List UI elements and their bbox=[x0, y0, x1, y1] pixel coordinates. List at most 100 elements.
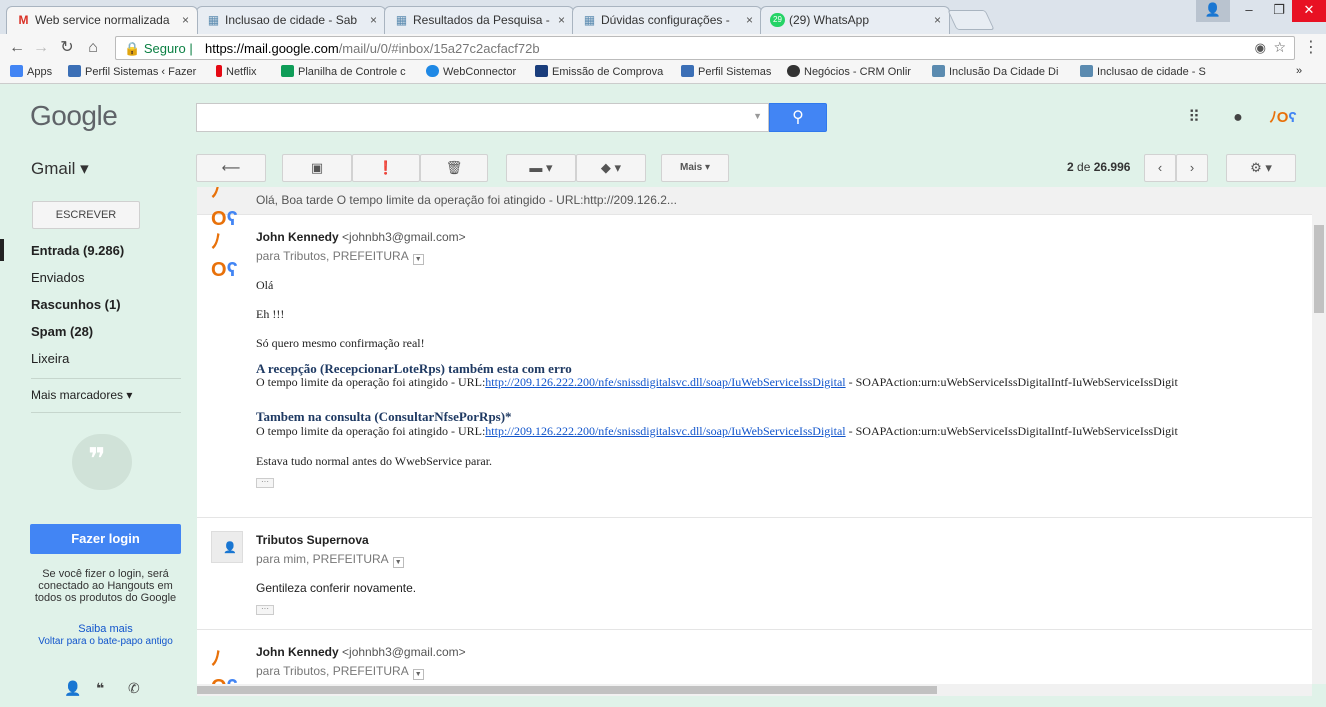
gear-icon: ⚙ ▾ bbox=[1250, 160, 1272, 175]
bookmarks-bar: Apps Perfil Sistemas ‹ Fazer Netflix Pla… bbox=[0, 62, 1326, 84]
tab-title: (29) WhatsApp bbox=[789, 13, 870, 27]
address-bar[interactable]: 🔒 Seguro | https://mail.google.com/mail/… bbox=[115, 36, 1295, 60]
close-icon[interactable]: × bbox=[934, 7, 941, 33]
google-logo[interactable]: Google bbox=[30, 100, 118, 132]
notifications-icon[interactable]: ● bbox=[1228, 108, 1248, 128]
message-expanded: 👤 Tributos Supernova para mim, PREFEITUR… bbox=[197, 519, 1312, 630]
bookmark[interactable]: Perfil Sistemas bbox=[681, 65, 771, 78]
profile-icon[interactable]: 👤 bbox=[1196, 0, 1230, 22]
sender-email: <johnbh3@gmail.com> bbox=[342, 230, 466, 244]
tab-title: Inclusao de cidade - Sab bbox=[225, 13, 358, 27]
gmail-icon: M bbox=[18, 13, 29, 27]
scrollbar-thumb[interactable] bbox=[197, 686, 937, 694]
bookmark[interactable]: Planilha de Controle c bbox=[281, 65, 414, 78]
settings-button[interactable]: ⚙ ▾ bbox=[1226, 154, 1296, 182]
bookmark[interactable]: Inclusao de cidade - S bbox=[1080, 65, 1215, 78]
bookmark[interactable]: Inclusão Da Cidade Di bbox=[932, 65, 1072, 78]
sender-name[interactable]: John Kennedy <johnbh3@gmail.com> bbox=[256, 645, 466, 659]
bookmark[interactable]: Negócios - CRM Onlir bbox=[787, 65, 922, 78]
search-input[interactable]: ▼ bbox=[196, 103, 769, 132]
vertical-scrollbar[interactable] bbox=[1312, 187, 1326, 684]
tab-title: Resultados da Pesquisa - bbox=[413, 13, 550, 27]
alert-icon: ❗ bbox=[377, 160, 395, 175]
details-dropdown-icon[interactable]: ▼ bbox=[412, 669, 424, 680]
back-to-inbox-button[interactable]: ⟵ bbox=[196, 154, 266, 182]
secure-indicator[interactable]: 🔒 Seguro | bbox=[124, 41, 193, 57]
search-options-icon[interactable]: ▼ bbox=[753, 111, 762, 121]
message-expanded: ﾉOʕ John Kennedy <johnbh3@gmail.com> par… bbox=[197, 631, 1312, 684]
old-chat-link[interactable]: Voltar para o bate-papo antigo bbox=[30, 636, 181, 647]
gmail-menu-button[interactable]: Gmail ▾ bbox=[31, 159, 89, 179]
show-trimmed-content-button[interactable]: ··· bbox=[256, 478, 274, 488]
archive-button[interactable]: ▣ bbox=[282, 154, 352, 182]
bookmark-apps[interactable]: Apps bbox=[10, 65, 52, 78]
bookmark[interactable]: Netflix bbox=[216, 65, 257, 78]
bookmark[interactable]: WebConnector bbox=[426, 65, 516, 78]
doodle-logo-icon[interactable]: ﾉOʕ bbox=[1266, 108, 1300, 128]
trash-icon: 🗑 bbox=[445, 160, 463, 175]
move-to-button[interactable]: ▬ ▾ bbox=[506, 154, 576, 182]
learn-more-link[interactable]: Saiba mais bbox=[30, 623, 181, 635]
delete-button[interactable]: 🗑 bbox=[420, 154, 488, 182]
close-icon[interactable]: × bbox=[746, 7, 753, 33]
apps-grid-icon[interactable]: ⠿ bbox=[1184, 108, 1204, 128]
maximize-icon[interactable]: ❐ bbox=[1262, 0, 1296, 22]
home-icon[interactable]: ⌂ bbox=[82, 37, 104, 59]
apps-icon bbox=[10, 65, 23, 77]
star-icon[interactable]: ☆ bbox=[1273, 39, 1286, 56]
hangouts-chat-icon[interactable]: ❝ bbox=[96, 680, 104, 697]
minimize-icon[interactable]: – bbox=[1232, 0, 1266, 22]
compose-button[interactable]: ESCREVER bbox=[32, 201, 140, 229]
tab-inclusao[interactable]: ▦ Inclusao de cidade - Sab × bbox=[196, 6, 386, 34]
forward-icon[interactable]: → bbox=[30, 37, 52, 59]
scrollbar-thumb[interactable] bbox=[1314, 225, 1324, 313]
tab-gmail[interactable]: M Web service normalizada × bbox=[6, 6, 198, 34]
details-dropdown-icon[interactable]: ▼ bbox=[412, 254, 424, 265]
sender-avatar: ﾉOʕ bbox=[211, 187, 238, 230]
details-dropdown-icon[interactable]: ▼ bbox=[392, 557, 404, 568]
url-link[interactable]: http://209.126.222.200/nfe/snissdigitals… bbox=[485, 424, 845, 438]
divider bbox=[31, 412, 181, 413]
sender-name[interactable]: Tributos Supernova bbox=[256, 533, 369, 547]
sidebar-item-trash[interactable]: Lixeira bbox=[31, 351, 69, 366]
sidebar-item-drafts[interactable]: Rascunhos (1) bbox=[31, 297, 121, 312]
chevron-left-icon: ‹ bbox=[1157, 160, 1163, 175]
body-line: Só quero mesmo confirmação real! bbox=[256, 336, 425, 350]
reload-icon[interactable]: ↻ bbox=[56, 37, 78, 59]
close-icon[interactable]: × bbox=[182, 7, 189, 33]
sender-name[interactable]: John Kennedy <johnbh3@gmail.com> bbox=[256, 230, 466, 244]
menu-icon[interactable]: ⋮ bbox=[1300, 37, 1322, 59]
url-link[interactable]: http://209.126.222.200/nfe/snissdigitals… bbox=[485, 375, 845, 389]
newer-button[interactable]: ‹ bbox=[1144, 154, 1176, 182]
bookmarks-overflow[interactable]: » bbox=[1296, 65, 1302, 77]
back-icon[interactable]: ← bbox=[6, 37, 28, 59]
back-arrow-icon: ⟵ bbox=[221, 160, 241, 175]
search-button[interactable]: ⚲ bbox=[769, 103, 827, 132]
tab-resultados[interactable]: ▦ Resultados da Pesquisa - × bbox=[384, 6, 574, 34]
labels-button[interactable]: ◆ ▾ bbox=[576, 154, 646, 182]
sidebar-item-inbox[interactable]: Entrada (9.286) bbox=[31, 243, 124, 258]
more-labels-link[interactable]: Mais marcadores ▾ bbox=[31, 388, 132, 402]
bookmark[interactable]: Emissão de Comprova bbox=[535, 65, 670, 78]
phone-icon[interactable]: ✆ bbox=[128, 680, 140, 697]
tab-whatsapp[interactable]: 29 (29) WhatsApp × bbox=[760, 6, 950, 34]
collapsed-message[interactable]: ﾉOʕ Olá, Boa tarde O tempo limite da ope… bbox=[197, 187, 1312, 230]
body-line: Gentileza conferir novamente. bbox=[256, 581, 417, 595]
eye-icon[interactable]: ◉ bbox=[1255, 40, 1266, 56]
show-trimmed-content-button[interactable]: ··· bbox=[256, 605, 274, 615]
close-icon[interactable]: × bbox=[370, 7, 377, 33]
login-button[interactable]: Fazer login bbox=[30, 524, 181, 554]
contacts-icon[interactable]: 👤 bbox=[64, 680, 81, 697]
sidebar-item-spam[interactable]: Spam (28) bbox=[31, 324, 93, 339]
tab-duvidas[interactable]: ▦ Dúvidas configurações - × bbox=[572, 6, 762, 34]
new-tab-button[interactable] bbox=[947, 10, 995, 30]
browser-tab-strip: M Web service normalizada × ▦ Inclusao d… bbox=[0, 0, 1326, 34]
report-spam-button[interactable]: ❗ bbox=[352, 154, 420, 182]
horizontal-scrollbar[interactable] bbox=[197, 684, 1312, 696]
close-icon[interactable]: × bbox=[558, 7, 565, 33]
older-button[interactable]: › bbox=[1176, 154, 1208, 182]
window-close-icon[interactable]: ✕ bbox=[1292, 0, 1326, 22]
bookmark[interactable]: Perfil Sistemas ‹ Fazer bbox=[68, 65, 203, 78]
more-button[interactable]: Mais ▾ bbox=[661, 154, 729, 182]
sidebar-item-sent[interactable]: Enviados bbox=[31, 270, 84, 285]
